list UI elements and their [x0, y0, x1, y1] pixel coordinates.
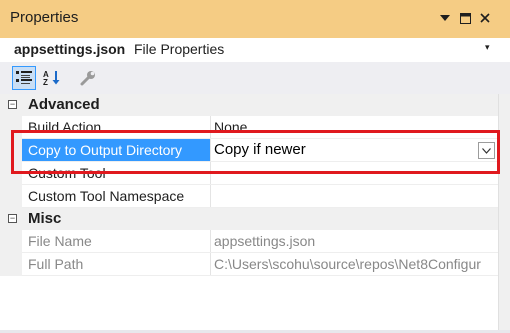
svg-text:Z: Z — [43, 78, 48, 86]
property-name: Full Path — [28, 256, 84, 272]
value-dropdown-button[interactable] — [478, 142, 495, 159]
object-type: File Properties — [134, 41, 225, 57]
property-row-file-name[interactable]: File Name appsettings.json — [0, 230, 498, 253]
property-name: Build Action — [28, 119, 102, 135]
alphabetical-button[interactable]: A Z — [40, 66, 64, 90]
property-row-full-path[interactable]: Full Path C:\Users\scohu\source\repos\Ne… — [0, 253, 498, 276]
object-selector[interactable]: appsettings.json File Properties ▾ — [0, 38, 510, 62]
property-row-copy-to-output-directory[interactable]: Copy to Output Directory Copy if newer — [0, 139, 498, 162]
collapse-icon[interactable]: − — [8, 214, 17, 223]
category-label: Advanced — [28, 96, 100, 113]
property-row-custom-tool[interactable]: Custom Tool — [0, 162, 498, 185]
window-title: Properties — [10, 9, 79, 26]
chevron-down-icon[interactable] — [437, 10, 453, 26]
categorized-icon — [16, 71, 32, 84]
property-name: Custom Tool Namespace — [28, 188, 185, 204]
category-misc[interactable]: − Misc — [0, 208, 498, 230]
title-bar[interactable]: Properties — [0, 0, 510, 38]
property-pages-wrench-icon — [80, 71, 95, 86]
alphabetical-sort-icon: A Z — [43, 70, 60, 86]
chevron-down-icon — [482, 147, 491, 154]
property-value[interactable]: None — [214, 119, 247, 135]
category-label: Misc — [28, 210, 62, 227]
vertical-scrollbar[interactable] — [498, 94, 510, 333]
property-name: Copy to Output Directory — [28, 142, 183, 158]
close-icon[interactable] — [477, 10, 493, 26]
property-row-build-action[interactable]: Build Action None — [0, 116, 498, 139]
properties-panel: appsettings.json File Properties ▾ A Z −… — [0, 38, 510, 333]
object-selector-chevron-icon[interactable]: ▾ — [485, 42, 490, 53]
categorized-button[interactable] — [12, 66, 36, 90]
object-name: appsettings.json — [14, 41, 126, 57]
property-value[interactable]: appsettings.json — [214, 233, 315, 249]
property-value[interactable]: C:\Users\scohu\source\repos\Net8Configur — [214, 256, 481, 272]
collapse-icon[interactable]: − — [8, 100, 17, 109]
property-pages-button[interactable] — [76, 66, 100, 90]
properties-toolbar: A Z — [0, 62, 510, 94]
category-advanced[interactable]: − Advanced — [0, 94, 498, 116]
restore-window-icon[interactable] — [457, 10, 473, 26]
property-grid: − Advanced Build Action None Copy to Out… — [0, 94, 498, 333]
property-name: Custom Tool — [28, 165, 106, 181]
property-name: File Name — [28, 233, 92, 249]
property-row-custom-tool-namespace[interactable]: Custom Tool Namespace — [0, 185, 498, 208]
properties-window: Properties appsettings.json File Propert… — [0, 0, 510, 333]
property-value-select[interactable]: Copy if newer — [214, 141, 306, 158]
